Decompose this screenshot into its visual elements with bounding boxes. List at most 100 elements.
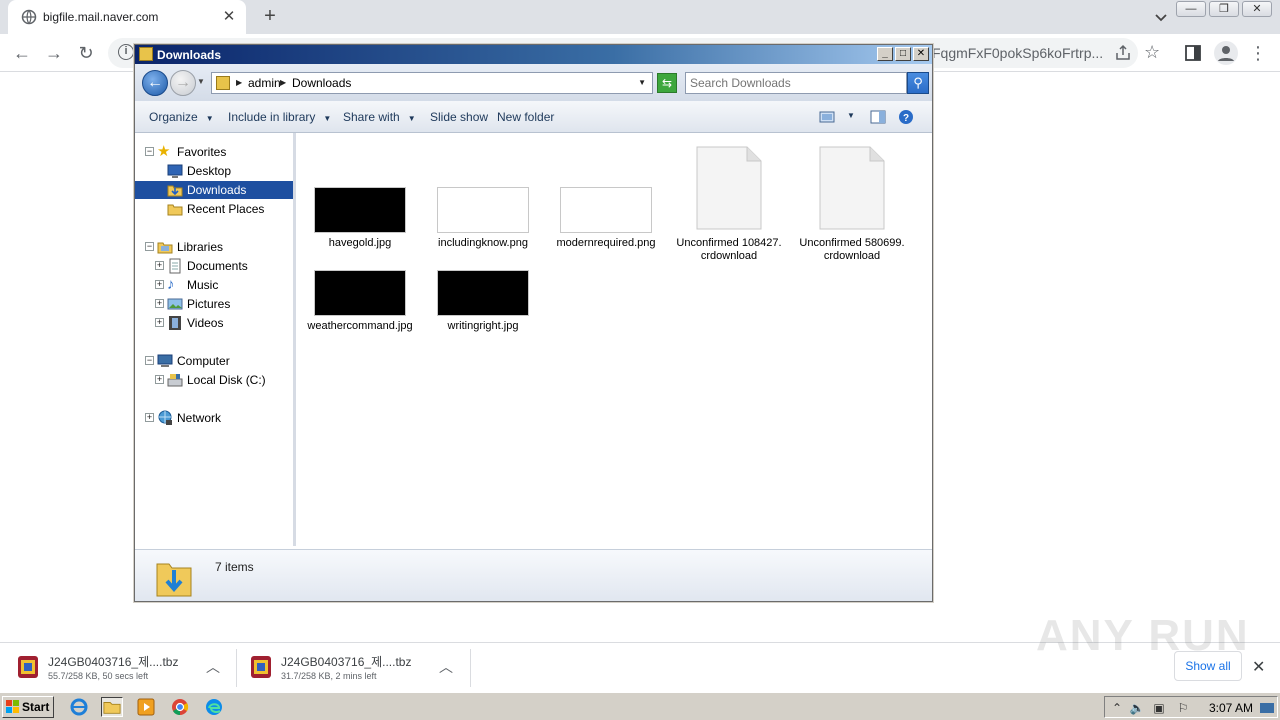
expand-icon[interactable]: + bbox=[155, 299, 164, 308]
explorer-titlebar[interactable]: Downloads _ □ ✕ bbox=[135, 45, 932, 64]
tray-expand-icon[interactable]: ⌃ bbox=[1109, 700, 1125, 716]
nav-item-local-disk[interactable]: + Local Disk (C:) bbox=[135, 371, 293, 389]
bookmark-star-icon[interactable]: ☆ bbox=[1144, 42, 1160, 63]
explorer-maximize-button[interactable]: □ bbox=[895, 47, 911, 61]
organize-label: Organize bbox=[149, 110, 198, 124]
preview-pane-icon[interactable] bbox=[870, 109, 886, 125]
navigation-pane: − ★ Favorites Desktop Downloads Recent P… bbox=[135, 133, 296, 546]
expand-icon[interactable]: + bbox=[155, 261, 164, 270]
show-all-button[interactable]: Show all bbox=[1174, 651, 1242, 681]
file-item[interactable]: modernrequired.png bbox=[551, 187, 661, 250]
nav-item-computer[interactable]: − Computer bbox=[135, 352, 293, 370]
internet-explorer-icon[interactable] bbox=[68, 697, 90, 717]
explorer-forward-button[interactable]: → bbox=[170, 70, 196, 96]
download-item[interactable]: J24GB0403716_제....tbz 31.7/258 KB, 2 min… bbox=[233, 643, 469, 693]
search-icon[interactable]: ⚲ bbox=[907, 72, 929, 94]
share-icon[interactable] bbox=[1114, 44, 1132, 62]
breadcrumb-admin[interactable]: admin bbox=[248, 76, 281, 90]
volume-icon[interactable]: 🔈 bbox=[1129, 700, 1145, 716]
nav-item-network[interactable]: + Network bbox=[135, 409, 293, 427]
nav-item-downloads[interactable]: Downloads bbox=[135, 181, 293, 199]
kebab-menu-icon[interactable]: ⋮ bbox=[1248, 41, 1268, 65]
help-icon[interactable]: ? bbox=[898, 109, 914, 125]
chrome-icon[interactable] bbox=[169, 697, 191, 717]
view-dropdown-icon[interactable]: ▼ bbox=[847, 111, 855, 120]
network-status-icon[interactable]: ▣ bbox=[1151, 700, 1167, 716]
close-window-button[interactable]: ✕ bbox=[1242, 1, 1272, 17]
download-item[interactable]: J24GB0403716_제....tbz 55.7/258 KB, 50 se… bbox=[0, 643, 232, 693]
explorer-close-button[interactable]: ✕ bbox=[913, 47, 929, 61]
collapse-icon[interactable]: − bbox=[145, 147, 154, 156]
expand-icon[interactable]: + bbox=[155, 375, 164, 384]
nav-item-music[interactable]: + ♪ Music bbox=[135, 276, 293, 294]
documents-icon bbox=[169, 258, 181, 274]
start-button[interactable]: Start bbox=[2, 696, 54, 718]
side-panel-icon[interactable] bbox=[1184, 44, 1202, 62]
file-name: havegold.jpg bbox=[328, 237, 392, 249]
collapse-icon[interactable]: − bbox=[145, 242, 154, 251]
download-status: 31.7/258 KB, 2 mins left bbox=[281, 671, 377, 681]
nav-item-libraries[interactable]: − Libraries bbox=[135, 238, 293, 256]
breadcrumb-downloads[interactable]: Downloads bbox=[292, 76, 351, 90]
expand-icon[interactable]: + bbox=[155, 280, 164, 289]
collapse-icon[interactable]: − bbox=[145, 356, 154, 365]
restore-button[interactable]: ❐ bbox=[1209, 1, 1239, 17]
minimize-button[interactable]: — bbox=[1176, 1, 1206, 17]
nav-item-favorites[interactable]: − ★ Favorites bbox=[135, 143, 293, 161]
tab-close-icon[interactable]: ✕ bbox=[220, 8, 238, 26]
download-shelf: ANY RUN J24GB0403716_제....tbz 55.7/258 K… bbox=[0, 611, 1280, 693]
edge-icon[interactable] bbox=[203, 697, 225, 717]
share-with-button[interactable]: Share with ▼ bbox=[343, 110, 416, 124]
browser-tab[interactable]: bigfile.mail.naver.com ✕ bbox=[8, 0, 246, 34]
chevron-down-icon[interactable] bbox=[1151, 7, 1171, 27]
refresh-icon[interactable]: ⇆ bbox=[657, 73, 677, 93]
file-item[interactable]: Unconfirmed 580699.crdownload bbox=[797, 146, 907, 263]
nav-item-documents[interactable]: + Documents bbox=[135, 257, 293, 275]
download-filename: J24GB0403716_제....tbz bbox=[48, 655, 179, 669]
breadcrumb-arrow-icon[interactable]: ▶ bbox=[236, 78, 242, 87]
window-controls: — ❐ ✕ bbox=[1176, 1, 1272, 17]
site-info-icon[interactable]: i bbox=[118, 44, 134, 60]
action-center-flag-icon[interactable]: ⚐ bbox=[1175, 700, 1191, 716]
breadcrumb-arrow-icon[interactable]: ▶ bbox=[280, 78, 286, 87]
show-desktop-icon[interactable] bbox=[1259, 700, 1275, 716]
file-item[interactable]: havegold.jpg bbox=[305, 187, 415, 250]
address-dropdown-icon[interactable]: ▼ bbox=[638, 78, 646, 87]
image-thumbnail bbox=[560, 187, 652, 233]
explorer-minimize-button[interactable]: _ bbox=[877, 47, 893, 61]
profile-avatar-icon[interactable] bbox=[1214, 41, 1238, 65]
back-arrow-icon[interactable]: ← bbox=[10, 41, 34, 65]
file-item[interactable]: writingright.jpg bbox=[428, 270, 538, 333]
view-options-icon[interactable] bbox=[819, 109, 835, 125]
file-item[interactable]: includingknow.png bbox=[428, 187, 538, 250]
reload-icon[interactable]: ↻ bbox=[74, 41, 98, 65]
explorer-address-bar[interactable]: ▶ admin ▶ Downloads ▼ bbox=[211, 72, 653, 94]
explorer-search-box[interactable] bbox=[685, 72, 907, 94]
expand-icon[interactable]: + bbox=[155, 318, 164, 327]
explorer-taskbar-button[interactable] bbox=[101, 697, 123, 717]
search-input[interactable] bbox=[690, 75, 900, 91]
close-download-bar-icon[interactable]: ✕ bbox=[1252, 657, 1265, 677]
slide-show-button[interactable]: Slide show bbox=[430, 110, 488, 124]
organize-button[interactable]: Organize ▼ bbox=[149, 110, 214, 124]
expand-icon[interactable]: + bbox=[145, 413, 154, 422]
nav-item-desktop[interactable]: Desktop bbox=[135, 162, 293, 180]
file-item[interactable]: Unconfirmed 108427.crdownload bbox=[674, 146, 784, 263]
new-tab-button[interactable]: + bbox=[258, 4, 282, 28]
include-in-library-button[interactable]: Include in library ▼ bbox=[228, 110, 331, 124]
explorer-back-button[interactable]: ← bbox=[142, 70, 168, 96]
forward-arrow-icon[interactable]: → bbox=[42, 41, 66, 65]
file-item[interactable]: weathercommand.jpg bbox=[305, 270, 415, 333]
url-text[interactable]: FqgmFxF0pokSp6koFrtrp... bbox=[932, 45, 1112, 61]
clock[interactable]: 3:07 AM bbox=[1209, 701, 1253, 715]
chevron-up-icon[interactable]: ︿ bbox=[439, 657, 453, 677]
new-folder-button[interactable]: New folder bbox=[497, 110, 554, 124]
history-dropdown-icon[interactable]: ▼ bbox=[197, 77, 205, 86]
chevron-up-icon[interactable]: ︿ bbox=[206, 657, 220, 677]
nav-label: Network bbox=[177, 411, 222, 425]
nav-item-recent-places[interactable]: Recent Places bbox=[135, 200, 293, 218]
nav-item-videos[interactable]: + Videos bbox=[135, 314, 293, 332]
browser-tabstrip: bigfile.mail.naver.com ✕ + — ❐ ✕ bbox=[0, 0, 1280, 34]
media-player-icon[interactable] bbox=[135, 697, 157, 717]
nav-item-pictures[interactable]: + Pictures bbox=[135, 295, 293, 313]
